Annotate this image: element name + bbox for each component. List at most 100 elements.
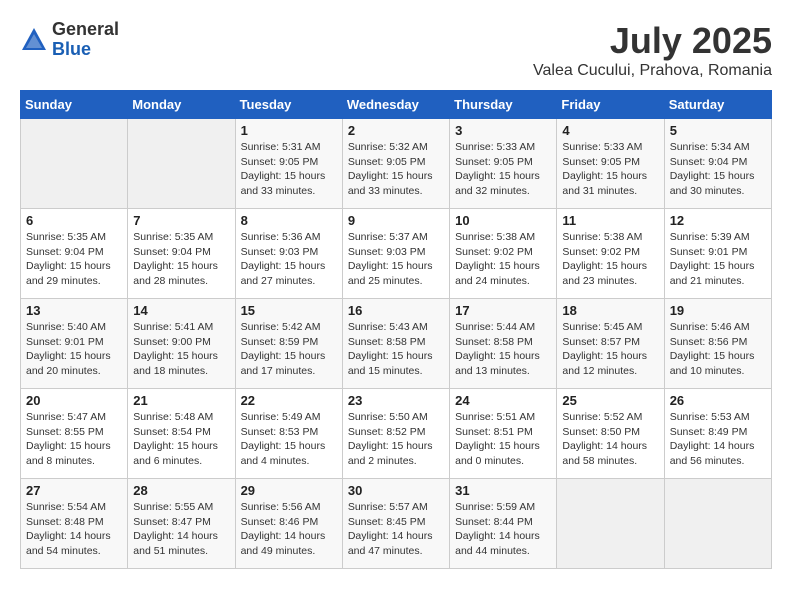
day-number: 11 [562,213,658,228]
location-title: Valea Cucului, Prahova, Romania [533,62,772,80]
calendar-table: SundayMondayTuesdayWednesdayThursdayFrid… [20,90,772,569]
calendar-cell: 9Sunrise: 5:37 AM Sunset: 9:03 PM Daylig… [342,209,449,299]
calendar-cell: 24 Sunrise: 5:51 AM Sunset: 8:51 PM Dayli… [450,389,557,479]
day-number: 10 [455,213,551,228]
calendar-cell: 25Sunrise: 5:52 AM Sunset: 8:50 PM Dayli… [557,389,664,479]
day-number: 15 [241,303,337,318]
calendar-cell: 22 Sunrise: 5:49 AM Sunset: 8:53 PM Dayli… [235,389,342,479]
calendar-cell: 4Sunrise: 5:33 AM Sunset: 9:05 PM Daylig… [557,119,664,209]
day-info: Sunrise: 5:53 AM Sunset: 8:49 PM Dayligh… [670,410,766,469]
calendar-cell: 8 Sunrise: 5:36 AM Sunset: 9:03 PM Daylig… [235,209,342,299]
logo-general: General [52,20,119,40]
day-number: 1 [241,123,337,138]
header-row: SundayMondayTuesdayWednesdayThursdayFrid… [21,91,772,119]
day-info: Sunrise: 5:55 AM Sunset: 8:47 PM Dayligh… [133,500,229,559]
day-number: 17 [455,303,551,318]
calendar-cell: 21 Sunrise: 5:48 AM Sunset: 8:54 PM Dayli… [128,389,235,479]
day-info: Sunrise: 5:36 AM Sunset: 9:03 PM Dayligh… [241,230,337,289]
day-info: Sunrise: 5:56 AM Sunset: 8:46 PM Dayligh… [241,500,337,559]
logo-icon [20,26,48,54]
day-number: 24 [455,393,551,408]
column-header-tuesday: Tuesday [235,91,342,119]
logo-blue: Blue [52,40,119,60]
calendar-cell: 17Sunrise: 5:44 AM Sunset: 8:58 PM Dayli… [450,299,557,389]
day-info: Sunrise: 5:43 AM Sunset: 8:58 PM Dayligh… [348,320,444,379]
logo-text: General Blue [52,20,119,60]
calendar-cell: 10 Sunrise: 5:38 AM Sunset: 9:02 PM Dayli… [450,209,557,299]
calendar-cell: 12 Sunrise: 5:39 AM Sunset: 9:01 PM Dayli… [664,209,771,299]
column-header-monday: Monday [128,91,235,119]
day-info: Sunrise: 5:33 AM Sunset: 9:05 PM Dayligh… [562,140,658,199]
calendar-cell: 3Sunrise: 5:33 AM Sunset: 9:05 PM Daylig… [450,119,557,209]
week-row-2: 6Sunrise: 5:35 AM Sunset: 9:04 PM Daylig… [21,209,772,299]
day-number: 27 [26,483,122,498]
day-number: 16 [348,303,444,318]
day-number: 9 [348,213,444,228]
day-info: Sunrise: 5:33 AM Sunset: 9:05 PM Dayligh… [455,140,551,199]
day-number: 26 [670,393,766,408]
day-info: Sunrise: 5:40 AM Sunset: 9:01 PM Dayligh… [26,320,122,379]
day-number: 12 [670,213,766,228]
calendar-cell: 14Sunrise: 5:41 AM Sunset: 9:00 PM Dayli… [128,299,235,389]
day-info: Sunrise: 5:32 AM Sunset: 9:05 PM Dayligh… [348,140,444,199]
day-info: Sunrise: 5:48 AM Sunset: 8:54 PM Dayligh… [133,410,229,469]
day-number: 20 [26,393,122,408]
day-number: 31 [455,483,551,498]
calendar-cell [128,119,235,209]
calendar-cell [664,479,771,569]
calendar-cell: 7Sunrise: 5:35 AM Sunset: 9:04 PM Daylig… [128,209,235,299]
calendar-cell: 31 Sunrise: 5:59 AM Sunset: 8:44 PM Dayli… [450,479,557,569]
day-info: Sunrise: 5:39 AM Sunset: 9:01 PM Dayligh… [670,230,766,289]
day-info: Sunrise: 5:45 AM Sunset: 8:57 PM Dayligh… [562,320,658,379]
day-info: Sunrise: 5:52 AM Sunset: 8:50 PM Dayligh… [562,410,658,469]
calendar-cell: 16 Sunrise: 5:43 AM Sunset: 8:58 PM Dayli… [342,299,449,389]
column-header-thursday: Thursday [450,91,557,119]
day-number: 2 [348,123,444,138]
day-number: 23 [348,393,444,408]
column-header-friday: Friday [557,91,664,119]
day-info: Sunrise: 5:34 AM Sunset: 9:04 PM Dayligh… [670,140,766,199]
day-info: Sunrise: 5:38 AM Sunset: 9:02 PM Dayligh… [455,230,551,289]
calendar-cell: 6Sunrise: 5:35 AM Sunset: 9:04 PM Daylig… [21,209,128,299]
logo: General Blue [20,20,119,60]
day-number: 19 [670,303,766,318]
day-info: Sunrise: 5:35 AM Sunset: 9:04 PM Dayligh… [133,230,229,289]
column-header-wednesday: Wednesday [342,91,449,119]
day-number: 13 [26,303,122,318]
day-number: 22 [241,393,337,408]
month-title: July 2025 [533,20,772,62]
calendar-cell: 2 Sunrise: 5:32 AM Sunset: 9:05 PM Daylig… [342,119,449,209]
day-info: Sunrise: 5:41 AM Sunset: 9:00 PM Dayligh… [133,320,229,379]
calendar-cell: 27 Sunrise: 5:54 AM Sunset: 8:48 PM Dayli… [21,479,128,569]
week-row-4: 20 Sunrise: 5:47 AM Sunset: 8:55 PM Dayli… [21,389,772,479]
day-info: Sunrise: 5:57 AM Sunset: 8:45 PM Dayligh… [348,500,444,559]
calendar-cell [21,119,128,209]
day-number: 5 [670,123,766,138]
day-info: Sunrise: 5:42 AM Sunset: 8:59 PM Dayligh… [241,320,337,379]
week-row-3: 13 Sunrise: 5:40 AM Sunset: 9:01 PM Dayli… [21,299,772,389]
day-info: Sunrise: 5:49 AM Sunset: 8:53 PM Dayligh… [241,410,337,469]
day-info: Sunrise: 5:51 AM Sunset: 8:51 PM Dayligh… [455,410,551,469]
column-header-saturday: Saturday [664,91,771,119]
day-info: Sunrise: 5:47 AM Sunset: 8:55 PM Dayligh… [26,410,122,469]
page-header: General Blue July 2025 Valea Cucului, Pr… [20,20,772,80]
calendar-cell: 15 Sunrise: 5:42 AM Sunset: 8:59 PM Dayli… [235,299,342,389]
calendar-cell: 19Sunrise: 5:46 AM Sunset: 8:56 PM Dayli… [664,299,771,389]
column-header-sunday: Sunday [21,91,128,119]
day-number: 8 [241,213,337,228]
calendar-cell: 5 Sunrise: 5:34 AM Sunset: 9:04 PM Daylig… [664,119,771,209]
calendar-cell: 26 Sunrise: 5:53 AM Sunset: 8:49 PM Dayli… [664,389,771,479]
day-info: Sunrise: 5:59 AM Sunset: 8:44 PM Dayligh… [455,500,551,559]
day-info: Sunrise: 5:54 AM Sunset: 8:48 PM Dayligh… [26,500,122,559]
day-info: Sunrise: 5:38 AM Sunset: 9:02 PM Dayligh… [562,230,658,289]
calendar-cell: 30Sunrise: 5:57 AM Sunset: 8:45 PM Dayli… [342,479,449,569]
week-row-1: 1Sunrise: 5:31 AM Sunset: 9:05 PM Daylig… [21,119,772,209]
calendar-cell: 28Sunrise: 5:55 AM Sunset: 8:47 PM Dayli… [128,479,235,569]
title-section: July 2025 Valea Cucului, Prahova, Romani… [533,20,772,80]
calendar-cell: 20 Sunrise: 5:47 AM Sunset: 8:55 PM Dayli… [21,389,128,479]
calendar-cell: 11 Sunrise: 5:38 AM Sunset: 9:02 PM Dayli… [557,209,664,299]
day-number: 21 [133,393,229,408]
calendar-cell: 18Sunrise: 5:45 AM Sunset: 8:57 PM Dayli… [557,299,664,389]
calendar-cell [557,479,664,569]
calendar-cell: 13 Sunrise: 5:40 AM Sunset: 9:01 PM Dayli… [21,299,128,389]
